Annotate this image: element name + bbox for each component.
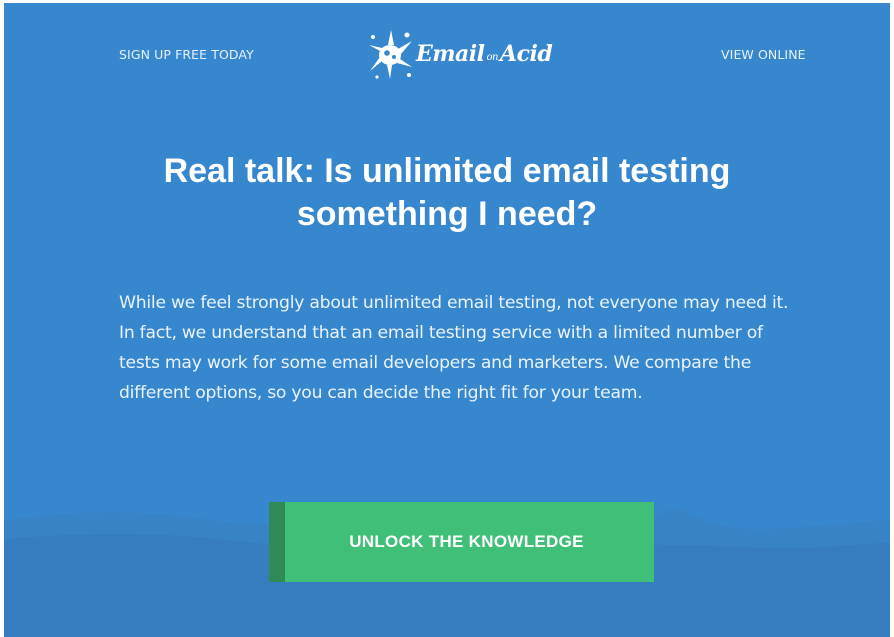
ink-splash-icon: [369, 30, 412, 79]
button-label: UNLOCK THE KNOWLEDGE: [285, 502, 654, 582]
hero-headline: Real talk: Is unlimited email testing so…: [163, 152, 731, 233]
email-canvas: SIGN UP FREE TODAY Email onAcid VIEW ONLI…: [4, 3, 890, 637]
unlock-knowledge-button[interactable]: UNLOCK THE KNOWLEDGE: [269, 502, 654, 582]
button-accent-edge: [269, 502, 285, 582]
hero-body-text: While we feel strongly about unlimited e…: [119, 293, 789, 403]
view-online-link[interactable]: VIEW ONLINE: [721, 47, 806, 62]
email-on-acid-logo[interactable]: Email onAcid: [368, 23, 558, 85]
sign-up-free-link[interactable]: SIGN UP FREE TODAY: [119, 47, 254, 62]
logo-text-acid: Acid: [500, 41, 553, 67]
logo-text-email: Email: [416, 41, 485, 67]
logo-wordmark: Email onAcid: [416, 41, 553, 67]
logo-text-on: on: [486, 52, 499, 63]
